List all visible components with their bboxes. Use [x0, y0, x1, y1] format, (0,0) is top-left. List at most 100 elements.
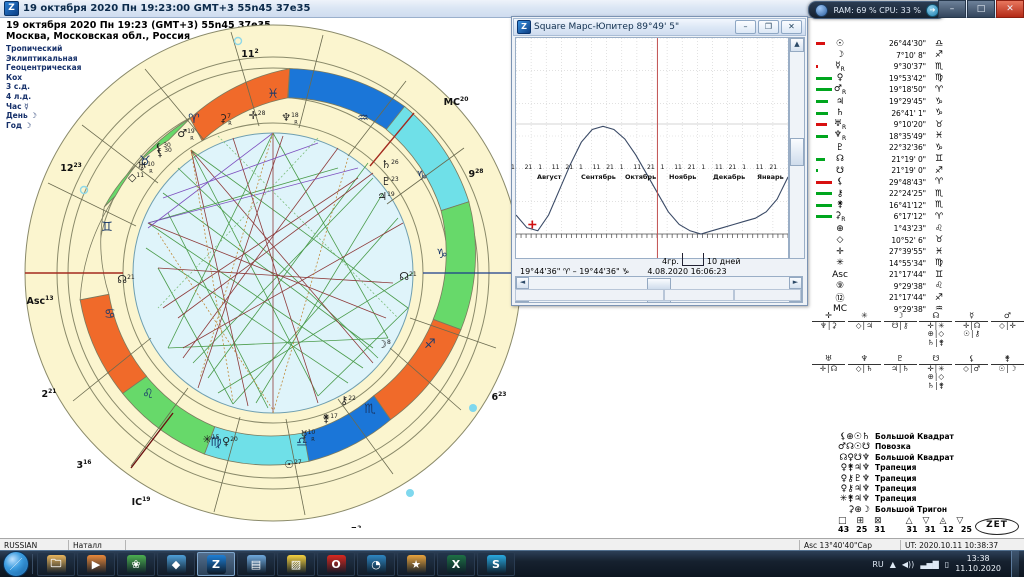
- graph-horizontal-scrollbar-1[interactable]: ◄ ►: [515, 276, 803, 290]
- planet-row[interactable]: ♆R 18°35'49" ♓: [816, 130, 1021, 142]
- tray-language-indicator[interactable]: RU: [872, 560, 883, 569]
- planet-row[interactable]: ⑨ 9°29'38" ♌: [816, 280, 1021, 292]
- configuration-row[interactable]: ✳⚵♃♆ Трапеция: [826, 494, 1024, 504]
- planet-row[interactable]: ⑫ 21°17'44" ♐: [816, 292, 1021, 305]
- taskbar-item-four-twenty[interactable]: ◔: [357, 552, 395, 576]
- planet-row[interactable]: ✛ 27°39'55" ♓: [816, 246, 1021, 258]
- taskbar-item-media-player[interactable]: ▶: [77, 552, 115, 576]
- configuration-row[interactable]: ⚳⊕☽ Большой Тригон: [826, 505, 1024, 515]
- planet-position: 26°41' 1": [891, 108, 926, 118]
- planet-row[interactable]: ♄ 26°41' 1" ♑: [816, 107, 1021, 119]
- planet-positions-list[interactable]: ☉ 26°44'30" ♎ ☽ 7°10' 8" ♐ ☿R 9°30'37" ♏ ♀ 19°53'4…: [816, 38, 1021, 315]
- planet-row[interactable]: ◇ 10°52' 6" ♉: [816, 234, 1021, 246]
- start-button[interactable]: [3, 551, 29, 577]
- show-desktop-button[interactable]: [1011, 551, 1019, 577]
- configuration-row[interactable]: ♂☊☉☋ Повозка: [826, 442, 1024, 452]
- planet-row[interactable]: Asc 21°17'44" ♊: [816, 269, 1021, 281]
- hscroll1-left-arrow[interactable]: ◄: [516, 277, 529, 289]
- save-app-icon: ▤: [246, 554, 266, 574]
- system-tray[interactable]: RU ▲ ◀)) ▃▅▇ ▯ 13:38 11.10.2020: [872, 551, 1024, 577]
- planet-row[interactable]: ☿R 9°30'37" ♏: [816, 61, 1021, 73]
- planet-glyph: ♆R: [833, 130, 847, 143]
- planet-row[interactable]: ⚳R 6°17'12" ♈: [816, 211, 1021, 223]
- planet-row[interactable]: ☊ 21°19' 0" ♊: [816, 153, 1021, 165]
- midpoint-pair: ◇ | ♃: [855, 320, 873, 330]
- configuration-row[interactable]: ♀⚷♃♆ Трапеция: [826, 484, 1024, 494]
- system-monitor-gadget[interactable]: RAM: 69 % CPU: 33 % ➔: [808, 1, 946, 19]
- taskbar-item-opera[interactable]: O: [317, 552, 355, 576]
- taskbar-item-clover[interactable]: ❀: [117, 552, 155, 576]
- configuration-row[interactable]: ♀⚵♃♆ Трапеция: [826, 463, 1024, 473]
- scroll-thumb[interactable]: [790, 138, 804, 166]
- svg-text:IC19: IC19: [132, 496, 151, 508]
- graph-vertical-scrollbar[interactable]: ▲: [789, 37, 805, 259]
- graph-plot-svg[interactable]: [516, 38, 788, 258]
- tray-battery-icon[interactable]: ▯: [945, 560, 949, 569]
- planet-row[interactable]: ✳ 14°55'34" ♍: [816, 257, 1021, 269]
- planet-row[interactable]: ♂R 19°18'50" ♈: [816, 84, 1021, 96]
- hscroll1-right-arrow[interactable]: ►: [789, 277, 802, 289]
- taskbar-item-zet-astro[interactable]: Z: [197, 552, 235, 576]
- planet-row[interactable]: ♃ 19°29'45" ♑: [816, 96, 1021, 108]
- taskbar-item-the-bat[interactable]: ▨: [277, 552, 315, 576]
- planet-position: 10°52' 6": [891, 235, 926, 245]
- midpoint-cell: ☊ ✛ | ✳ ⊕ | ◇ ♄ | ⚵: [919, 311, 953, 347]
- planet-row[interactable]: ⚸ 29°48'43" ♈: [816, 177, 1021, 189]
- planet-row[interactable]: ⚷ 22°24'25" ♏: [816, 188, 1021, 200]
- graph-close-button[interactable]: ✕: [781, 20, 802, 34]
- graph-minimize-button[interactable]: –: [735, 20, 756, 34]
- taskbar-item-explorer[interactable]: 🗀: [37, 552, 75, 576]
- planet-glyph: ◇: [836, 235, 844, 246]
- midpoint-row: ✛ ♆ | ⚳ ✳ ◇ | ♃ ☽ ☋ | ⚷ ☊ ✛ | ✳ ⊕ | ◇ ♄ | ⚵ ☿ ✛ | ☊ ☉ | ⚷ ♂ ◇ | ✛: [812, 311, 1024, 347]
- planet-row[interactable]: ☽ 7°10' 8" ♐: [816, 50, 1021, 62]
- aspect-count: 31: [874, 525, 886, 534]
- taskbar-clock[interactable]: 13:38 11.10.2020: [955, 554, 1005, 574]
- windows-taskbar[interactable]: 🗀 ▶ ❀ ◆ Z ▤ ▨ O ◔ ★ X S RU ▲ ◀)) ▃▅▇ ▯ 13:38 11.10.…: [0, 550, 1024, 577]
- scroll-up-button[interactable]: ▲: [790, 38, 804, 52]
- hscroll1-track[interactable]: [529, 278, 789, 290]
- taskbar-item-diamond[interactable]: ◆: [157, 552, 195, 576]
- configuration-row[interactable]: ⚸⊕☉♄ Большой Квадрат: [826, 432, 1024, 442]
- planet-strength-bar: [816, 154, 832, 165]
- planet-position: 22°24'25": [889, 189, 926, 199]
- planet-row[interactable]: ♀ 19°53'42" ♍: [816, 73, 1021, 85]
- taskbar-item-skype[interactable]: S: [477, 552, 515, 576]
- planet-sign-glyph: ♊: [934, 269, 944, 280]
- planet-glyph: ♄: [835, 108, 845, 119]
- graph-window-titlebar[interactable]: Z Square Марс-Юпитер 89°49' 5" – ❐ ✕: [513, 18, 806, 36]
- tray-volume-icon[interactable]: ◀)): [902, 560, 914, 569]
- close-button[interactable]: ✕: [996, 0, 1024, 18]
- planet-sign-glyph: ♐: [934, 165, 944, 176]
- aspect-graph-window[interactable]: Z Square Марс-Юпитер 89°49' 5" – ❐ ✕ ▲ 1…: [511, 16, 808, 306]
- astrology-chart-wheel[interactable]: ♉ ♈ ♓ ♒ ♑ ♑ ♐ ♏ ♎ ♍ ♌ ♋ ♊ ♆18 R ✛28 ⚳7 R…: [18, 18, 528, 528]
- tray-chevron-icon[interactable]: ▲: [890, 560, 896, 569]
- planet-glyph: ☊: [836, 154, 844, 165]
- svg-text:52: 52: [351, 525, 362, 528]
- taskbar-items[interactable]: 🗀 ▶ ❀ ◆ Z ▤ ▨ O ◔ ★ X S: [36, 552, 516, 576]
- planet-row[interactable]: ☉ 26°44'30" ♎: [816, 38, 1021, 50]
- planet-row[interactable]: ⊕ 1°43'23" ♌: [816, 223, 1021, 235]
- tray-network-icon[interactable]: ▃▅▇: [920, 560, 938, 569]
- configuration-row[interactable]: ☊♀☋♆ Большой Квадрат: [826, 453, 1024, 463]
- statusbar-spacer: [126, 540, 799, 551]
- maximize-button[interactable]: □: [967, 0, 995, 18]
- midpoint-cell: ☿ ✛ | ☊ ☉ | ⚷: [955, 311, 989, 347]
- taskbar-item-excel[interactable]: X: [437, 552, 475, 576]
- chart-wheel-svg[interactable]: ♉ ♈ ♓ ♒ ♑ ♑ ♐ ♏ ♎ ♍ ♌ ♋ ♊ ♆18 R ✛28 ⚳7 R…: [18, 18, 528, 528]
- planet-position: 6°17'12": [893, 212, 926, 222]
- graph-day-tick: 11: [715, 164, 723, 171]
- planet-row[interactable]: ☋ 21°19' 0" ♐: [816, 165, 1021, 177]
- minimize-button[interactable]: –: [938, 0, 966, 18]
- planet-row[interactable]: ♇ 22°32'36" ♑: [816, 142, 1021, 154]
- taskbar-item-star-app[interactable]: ★: [397, 552, 435, 576]
- configuration-row[interactable]: ♀⚷♇♆ Трапеция: [826, 474, 1024, 484]
- taskbar-item-save-app[interactable]: ▤: [237, 552, 275, 576]
- planet-row[interactable]: ♅R 9°10'20" ♉: [816, 119, 1021, 131]
- statusbar-language: RUSSIAN: [0, 539, 69, 551]
- gadget-stats-text: RAM: 69 % CPU: 33 %: [833, 5, 921, 15]
- graph-plot-area[interactable]: [515, 37, 789, 259]
- taskbar-separator: [32, 554, 33, 574]
- svg-text:221: 221: [42, 388, 57, 400]
- graph-restore-button[interactable]: ❐: [758, 20, 779, 34]
- planet-row[interactable]: ⚵ 16°41'12" ♏: [816, 200, 1021, 212]
